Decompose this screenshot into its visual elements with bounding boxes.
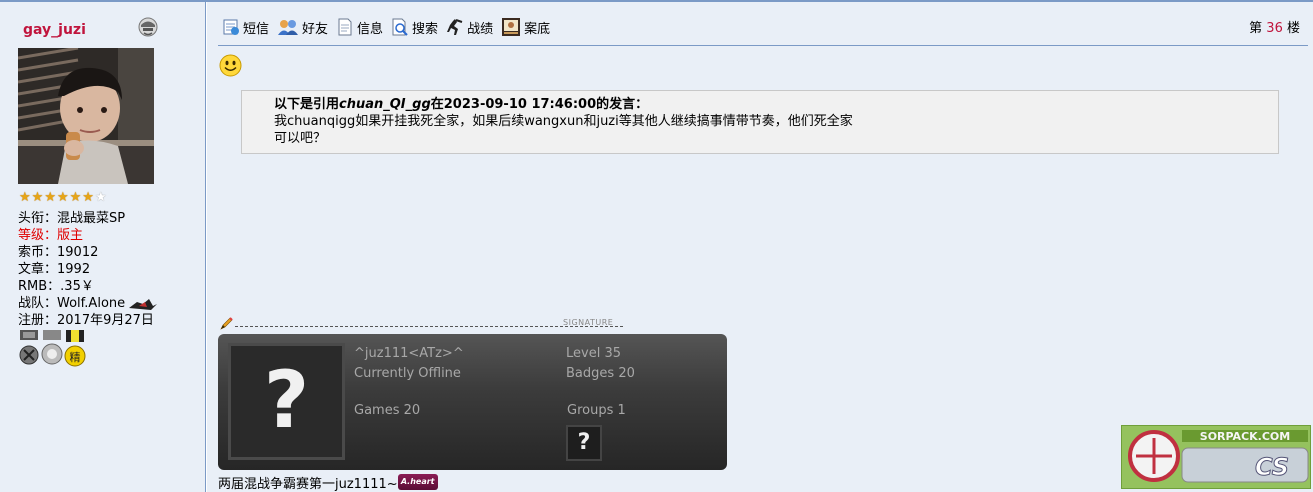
steam-avatar: ? <box>228 343 345 460</box>
user-status-icon <box>138 17 158 37</box>
send-message-button[interactable]: 短信 <box>222 18 269 37</box>
steam-status: Currently Offline <box>354 366 461 381</box>
steam-username: ^juz111<ATz>^ <box>354 346 464 361</box>
medal-icon[interactable] <box>41 330 63 368</box>
user-posts-row: 文章：1992 <box>18 262 91 277</box>
toolbar-divider <box>218 45 1308 46</box>
quote-line: 可以吧？ <box>274 131 327 146</box>
stats-icon <box>447 19 463 35</box>
star-icon: ★ <box>44 190 56 205</box>
quote-line: 我chuanqigg如果开挂我死全家，如果后续wangxun和juzi等其他人继… <box>274 114 853 129</box>
stats-button[interactable]: 战绩 <box>446 18 493 37</box>
rating-stars: ★ ★ ★ ★ ★ ★ ★ <box>19 191 107 205</box>
user-title-row: 头衔：混战最菜SP <box>18 211 126 226</box>
user-info: 头衔：混战最菜SP 等级：版主 索币：19012 文章：1992 RMB：.35… <box>18 210 158 329</box>
steam-groups: Groups 1 <box>567 403 626 418</box>
add-friend-button[interactable]: 好友 <box>277 18 328 37</box>
team-logo-icon <box>129 298 158 310</box>
user-profile-panel: gay_juzi ★ ★ ★ ★ ★ ★ ★ 头衔：混战最菜SP 等级：版主 索… <box>0 2 206 492</box>
pencil-icon <box>220 317 233 330</box>
info-icon <box>338 18 352 36</box>
svg-text:精: 精 <box>70 351 81 364</box>
star-icon: ★ <box>82 190 94 205</box>
post-emotion-icon <box>219 54 242 77</box>
user-avatar[interactable] <box>18 48 154 184</box>
medal-icon[interactable]: 精 <box>64 330 86 368</box>
star-empty-icon: ★ <box>94 190 107 205</box>
star-icon: ★ <box>56 190 69 205</box>
medal-list: 精 <box>18 330 86 368</box>
steam-level: Level 35 <box>566 346 622 361</box>
search-icon <box>392 18 408 36</box>
friends-icon <box>278 20 299 35</box>
signature-divider: SIGNATURE <box>219 317 623 331</box>
svg-text:CS: CS <box>1255 453 1289 481</box>
user-rmb-row: RMB：.35￥ <box>18 279 94 294</box>
quote-block: 以下是引用chuan_QI_gg在2023-09-10 17:46:00的发言：… <box>241 90 1279 154</box>
star-icon: ★ <box>69 190 82 205</box>
user-coins-row: 索币：19012 <box>18 245 99 260</box>
user-level-row: 等级：版主 <box>18 228 84 243</box>
site-watermark-logo: SORPACK.COM CS <box>1121 425 1311 489</box>
record-button[interactable]: 案底 <box>501 17 550 37</box>
medal-icon[interactable] <box>18 330 40 368</box>
star-icon: ★ <box>19 190 31 205</box>
signature-badge: A.heart <box>397 473 438 490</box>
signature-text: 两届混战争霸赛第一juz1111~ A.heart <box>218 473 438 492</box>
search-posts-button[interactable]: 搜索 <box>391 18 438 37</box>
star-icon: ★ <box>31 190 44 205</box>
message-icon <box>223 19 239 35</box>
record-icon <box>502 18 521 36</box>
watermark-graphic: SORPACK.COM CS <box>1122 426 1310 488</box>
user-registered-row: 注册：2017年9月27日 <box>18 313 154 328</box>
steam-profile-card[interactable]: ? ^juz111<ATz>^ Currently Offline Level … <box>218 334 727 470</box>
username-link[interactable]: gay_juzi <box>23 22 86 38</box>
signature-label: SIGNATURE <box>563 318 614 327</box>
quote-header: 以下是引用chuan_QI_gg在2023-09-10 17:46:00的发言： <box>274 97 649 112</box>
quote-author: chuan_QI_gg <box>339 97 431 112</box>
floor-number: 第 36 楼 <box>1249 21 1300 36</box>
steam-badges: Badges 20 <box>566 366 635 381</box>
svg-text:SORPACK.COM: SORPACK.COM <box>1200 430 1290 443</box>
post-toolbar: 短信 好友 信息 搜索 战绩 案底 <box>222 17 550 37</box>
post-content-area: 短信 好友 信息 搜索 战绩 案底 第 36 楼 以下是引用chuan_QI_g… <box>207 2 1313 492</box>
user-team-row: 战队：Wolf.Alone <box>18 295 158 312</box>
user-info-button[interactable]: 信息 <box>336 18 383 37</box>
steam-games: Games 20 <box>354 403 421 418</box>
steam-group-avatar: ? <box>566 425 602 461</box>
